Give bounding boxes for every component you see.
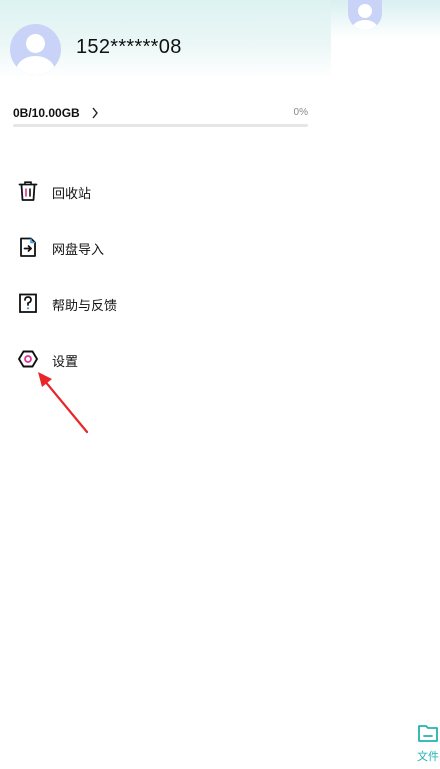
main-avatar[interactable] (348, 0, 382, 30)
menu-item-help-feedback[interactable]: 帮助与反馈 (0, 282, 331, 326)
menu-item-settings[interactable]: 设置 (0, 338, 331, 382)
main-screen-peek[interactable]: 文件 (331, 0, 440, 769)
avatar-body (16, 56, 55, 75)
menu-item-label: 帮助与反馈 (52, 299, 118, 314)
folder-icon (418, 725, 438, 742)
menu-item-cloud-import[interactable]: 网盘导入 (0, 226, 331, 270)
avatar[interactable] (10, 24, 61, 75)
avatar-head (358, 4, 372, 18)
storage-percent: 0% (293, 107, 308, 118)
settings-icon (18, 350, 38, 368)
menu-item-label: 回收站 (52, 187, 92, 202)
menu-item-label: 设置 (52, 355, 79, 370)
trash-icon (18, 181, 38, 201)
tab-files-label: 文件 (417, 750, 439, 763)
storage-progress-bar (13, 124, 308, 127)
menu-item-label: 网盘导入 (52, 243, 105, 258)
tab-files[interactable]: 文件 (415, 722, 440, 766)
storage-usage-text: 0B/10.00GB (13, 106, 80, 120)
chevron-right-icon (92, 107, 98, 119)
avatar-head (26, 34, 45, 53)
drawer-header: 152******08 (0, 0, 331, 78)
avatar-body (352, 20, 378, 30)
username: 152******08 (76, 36, 182, 58)
storage-usage[interactable]: 0B/10.00GB 0% (13, 105, 308, 131)
import-icon (20, 237, 36, 257)
help-icon (19, 293, 37, 313)
menu-item-recycle-bin[interactable]: 回收站 (0, 170, 331, 214)
side-drawer: 152******08 0B/10.00GB 0% 回收站 网盘导入 帮助与反馈… (0, 0, 331, 769)
